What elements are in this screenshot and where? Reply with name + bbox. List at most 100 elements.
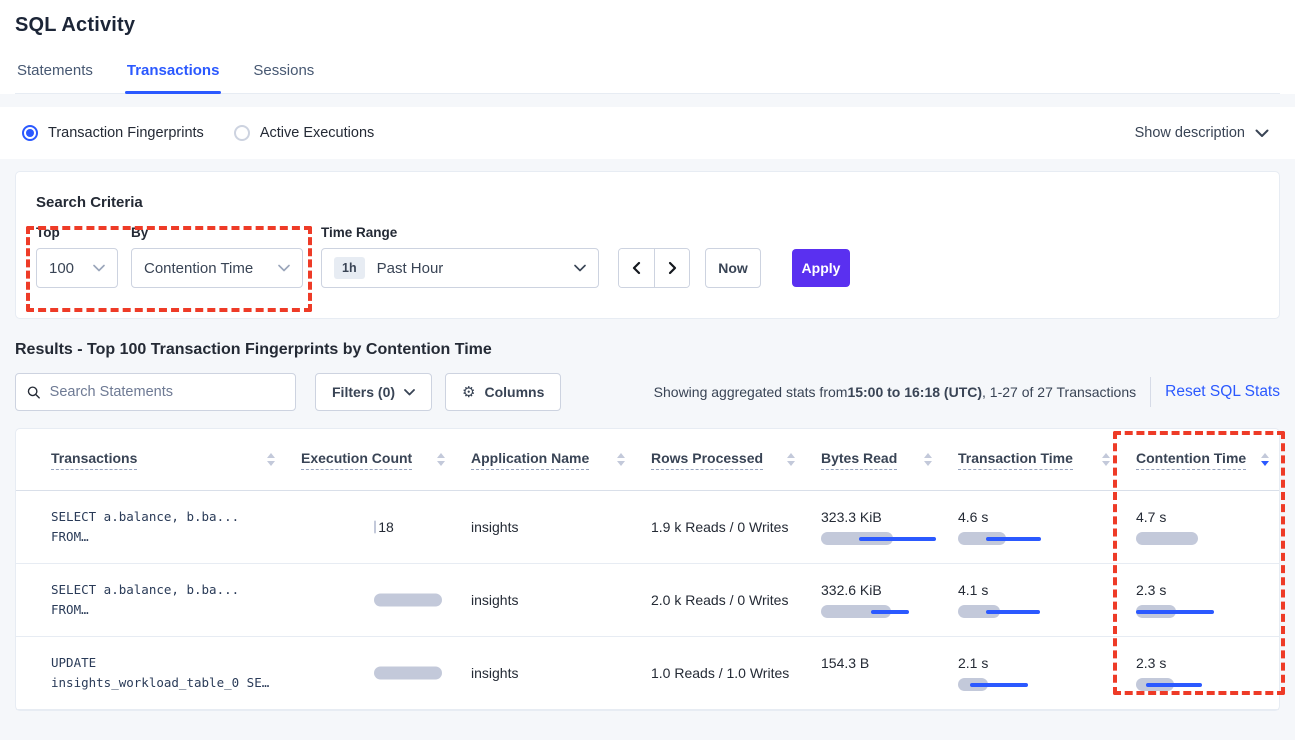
filters-button[interactable]: Filters (0) [315, 373, 432, 411]
query-line1: SELECT a.balance, b.ba... [51, 580, 301, 600]
column-header-label: Bytes Read [821, 450, 897, 470]
column-header-rows-processed[interactable]: Rows Processed [651, 429, 821, 490]
time-range-field: Time Range 1h Past Hour [321, 225, 599, 288]
bytes-read-cell: 154.3 B [821, 637, 958, 709]
by-field: By Contention Time [131, 225, 303, 288]
sort-icon[interactable] [617, 453, 625, 466]
tab-statements[interactable]: Statements [15, 62, 95, 93]
radio-transaction-fingerprints[interactable]: Transaction Fingerprints [22, 125, 204, 141]
time-range-value: Past Hour [377, 260, 444, 277]
stats-summary: Showing aggregated stats from 15:00 to 1… [654, 384, 1136, 400]
results-controls: Filters (0) ⚙ Columns Showing aggregated… [15, 373, 1280, 411]
transactions-table: Transactions Execution Count Application… [15, 428, 1280, 711]
search-icon [27, 385, 41, 400]
rows-processed-value: 1.9 k Reads / 0 Writes [651, 519, 821, 535]
apply-button[interactable]: Apply [792, 249, 850, 287]
rows-processed-cell: 1.9 k Reads / 0 Writes [651, 491, 821, 563]
time-range-label: Time Range [321, 225, 599, 240]
view-radio-group: Transaction Fingerprints Active Executio… [22, 125, 374, 141]
column-header-application-name[interactable]: Application Name [471, 429, 651, 490]
column-header-transactions[interactable]: Transactions [16, 429, 301, 490]
radio-label: Transaction Fingerprints [48, 125, 204, 141]
sort-icon[interactable] [267, 453, 275, 466]
tab-transactions[interactable]: Transactions [125, 62, 222, 93]
application-name-cell: insights [471, 637, 651, 709]
transaction-query-cell[interactable]: UPDATE insights_workload_table_0 SE… [16, 637, 301, 709]
chevron-right-icon [665, 261, 679, 275]
rows-processed-cell: 1.0 Reads / 1.0 Writes [651, 637, 821, 709]
gear-icon: ⚙ [462, 385, 475, 400]
page-content: Search Criteria Top 100 By Contention Ti… [0, 159, 1295, 711]
stats-suffix: , 1-27 of 27 Transactions [982, 384, 1136, 400]
column-header-label: Transactions [51, 450, 137, 470]
transaction-time-value: 2.1 s [958, 655, 1136, 671]
criteria-fields: Top 100 By Contention Time Time Range 1h… [36, 225, 1259, 288]
top-select[interactable]: 100 [36, 248, 118, 288]
top-field: Top 100 [36, 225, 118, 288]
bytes-read-value: 154.3 B [821, 655, 958, 671]
search-criteria-card: Search Criteria Top 100 By Contention Ti… [15, 171, 1280, 319]
sort-icon[interactable] [924, 453, 932, 466]
bytes-read-value: 323.3 KiB [821, 509, 958, 525]
radio-active-executions[interactable]: Active Executions [234, 125, 374, 141]
column-header-label: Transaction Time [958, 450, 1073, 470]
query-line2: FROM… [51, 600, 301, 620]
page-header: SQL Activity Statements Transactions Ses… [0, 0, 1295, 94]
tab-bar: Statements Transactions Sessions [15, 62, 1280, 94]
column-header-contention-time[interactable]: Contention Time [1136, 429, 1279, 490]
table-row: SELECT a.balance, b.ba... FROM… 18 insig… [16, 491, 1279, 564]
transaction-query-cell[interactable]: SELECT a.balance, b.ba... FROM… [16, 564, 301, 636]
top-value: 100 [49, 260, 74, 277]
search-box[interactable] [15, 373, 296, 411]
column-header-bytes-read[interactable]: Bytes Read [821, 429, 958, 490]
column-header-transaction-time[interactable]: Transaction Time [958, 429, 1136, 490]
execution-count-bar [374, 594, 442, 607]
sort-icon[interactable] [1261, 453, 1269, 466]
chevron-down-icon [404, 389, 415, 396]
by-select[interactable]: Contention Time [131, 248, 303, 288]
transaction-query-cell[interactable]: SELECT a.balance, b.ba... FROM… [16, 491, 301, 563]
next-time-button[interactable] [654, 249, 689, 287]
transaction-time-line [986, 610, 1040, 614]
execution-count-cell: 2k [301, 564, 471, 636]
columns-label: Columns [484, 384, 544, 400]
contention-time-cell: 2.3 s [1136, 637, 1279, 709]
column-header-label: Execution Count [301, 450, 412, 470]
search-input[interactable] [50, 384, 284, 400]
chevron-down-icon [93, 264, 105, 272]
transaction-time-value: 4.1 s [958, 582, 1136, 598]
radio-selected-icon[interactable] [22, 125, 38, 141]
time-nav-buttons: Now Apply [618, 248, 850, 288]
now-button[interactable]: Now [705, 248, 761, 288]
page-title: SQL Activity [15, 14, 1280, 37]
table-row: SELECT a.balance, b.ba... FROM… 2k insig… [16, 564, 1279, 637]
columns-button[interactable]: ⚙ Columns [445, 373, 561, 411]
application-name-cell: insights [471, 564, 651, 636]
query-line2: insights_workload_table_0 SE… [51, 673, 301, 693]
filters-label: Filters (0) [332, 384, 395, 400]
time-range-badge: 1h [334, 257, 365, 279]
time-range-select[interactable]: 1h Past Hour [321, 248, 599, 288]
column-header-label: Application Name [471, 450, 589, 470]
show-description-toggle[interactable]: Show description [1135, 125, 1273, 141]
previous-time-button[interactable] [619, 249, 654, 287]
execution-count-value: 18 [378, 519, 394, 535]
sort-icon[interactable] [437, 453, 445, 466]
column-header-execution-count[interactable]: Execution Count [301, 429, 471, 490]
rows-processed-cell: 2.0 k Reads / 0 Writes [651, 564, 821, 636]
execution-count-cell: 2k [301, 637, 471, 709]
by-label: By [131, 225, 303, 240]
tab-sessions[interactable]: Sessions [251, 62, 316, 93]
chevron-down-icon [278, 264, 290, 272]
sort-icon[interactable] [1102, 453, 1110, 466]
transaction-time-cell: 2.1 s [958, 637, 1136, 709]
radio-label: Active Executions [260, 125, 374, 141]
contention-time-line [1136, 610, 1214, 614]
table-header-row: Transactions Execution Count Application… [16, 429, 1279, 491]
sort-icon[interactable] [787, 453, 795, 466]
contention-time-cell: 4.7 s [1136, 491, 1279, 563]
contention-time-bar [1136, 532, 1198, 545]
reset-sql-stats-link[interactable]: Reset SQL Stats [1165, 383, 1280, 401]
radio-unselected-icon[interactable] [234, 125, 250, 141]
show-description-label: Show description [1135, 125, 1245, 141]
